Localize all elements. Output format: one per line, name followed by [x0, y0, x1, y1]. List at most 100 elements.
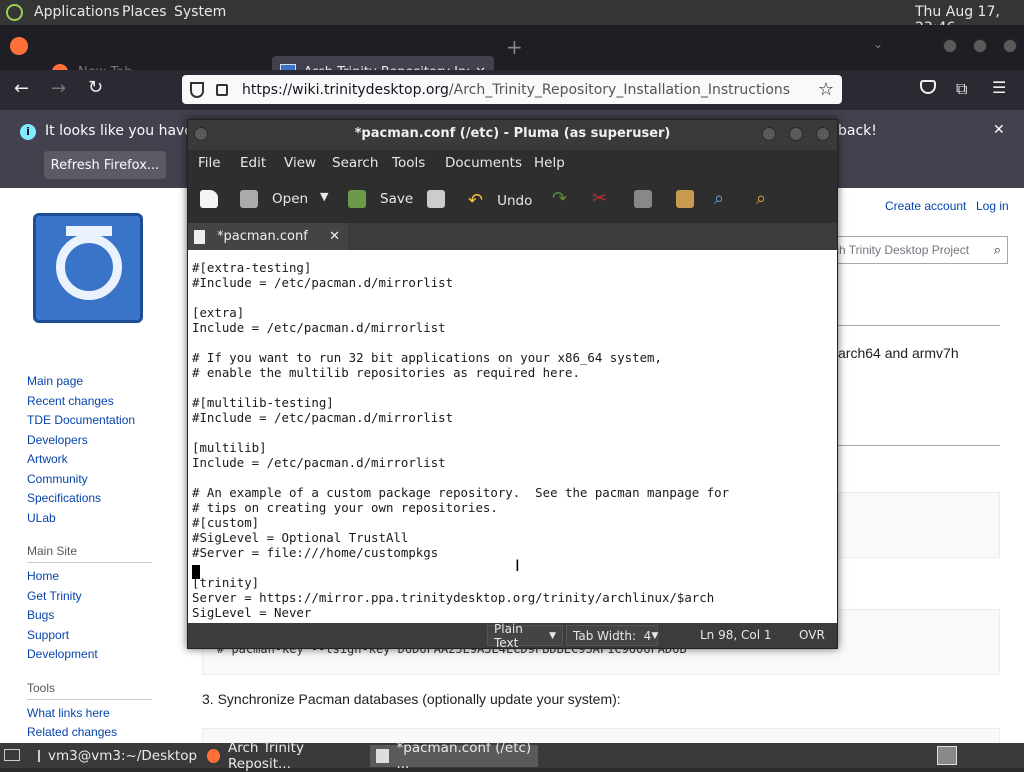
firefox-icon: [207, 749, 221, 763]
menu-file[interactable]: File: [198, 155, 221, 171]
menu-view[interactable]: View: [284, 155, 316, 171]
terminal-icon: [38, 750, 40, 762]
nav-what-links-here[interactable]: What links here: [27, 706, 177, 726]
menu-documents[interactable]: Documents: [445, 155, 522, 171]
cursor-position: Ln 98, Col 1: [700, 628, 772, 642]
i-beam-cursor-icon: I: [515, 556, 520, 575]
text-editor[interactable]: #[extra-testing] #Include = /etc/pacman.…: [188, 250, 837, 623]
info-icon: i: [20, 124, 36, 140]
list-tabs-icon[interactable]: ⌄: [873, 37, 883, 51]
nav-support[interactable]: Support: [27, 628, 177, 648]
nav-home[interactable]: Home: [27, 569, 177, 589]
open-recent-dropdown-icon[interactable]: ▼: [320, 190, 328, 203]
task-pluma[interactable]: *pacman.conf (/etc) ...: [370, 740, 538, 772]
url-path: /Arch_Trinity_Repository_Installation_In…: [448, 81, 791, 98]
syntax-label: Plain Text: [494, 621, 523, 650]
lock-icon[interactable]: [216, 83, 228, 96]
nav-main-page[interactable]: Main page: [27, 374, 177, 394]
code-box: [838, 492, 1000, 558]
nav-tde-documentation[interactable]: TDE Documentation: [27, 413, 177, 433]
nav-recent-changes[interactable]: Recent changes: [27, 394, 177, 414]
nav-get-trinity[interactable]: Get Trinity: [27, 589, 177, 609]
menu-applications[interactable]: Applications: [34, 4, 120, 20]
syntax-selector[interactable]: Plain Text ▼: [487, 622, 563, 650]
nav-related-changes[interactable]: Related changes: [27, 725, 177, 745]
find-icon[interactable]: ⌕: [714, 188, 724, 209]
show-desktop-icon[interactable]: [4, 749, 20, 761]
menu-system[interactable]: System: [174, 4, 226, 20]
firefox-view-icon[interactable]: [10, 37, 28, 55]
bookmark-star-icon[interactable]: ☆: [818, 79, 834, 100]
dropdown-arrow-icon: ▼: [549, 630, 556, 641]
maximize-button[interactable]: [789, 127, 803, 141]
search-icon[interactable]: ⌕: [994, 242, 1001, 258]
paste-icon[interactable]: [676, 190, 694, 208]
step-3-text: 3. Synchronize Pacman databases (optiona…: [202, 691, 621, 707]
menu-tools[interactable]: Tools: [392, 155, 425, 171]
close-window-button[interactable]: [816, 127, 830, 141]
nav-ulab[interactable]: ULab: [27, 511, 177, 531]
nav-community[interactable]: Community: [27, 472, 177, 492]
document-icon: [194, 229, 205, 244]
minimize-button[interactable]: [762, 127, 776, 141]
close-window-button[interactable]: [1003, 39, 1017, 53]
menu-edit[interactable]: Edit: [240, 155, 266, 171]
nav-artwork[interactable]: Artwork: [27, 452, 177, 472]
trinity-logo[interactable]: [33, 213, 143, 323]
tab-width-label: Tab Width: 4: [573, 628, 652, 643]
task-label: Arch Trinity Reposit...: [228, 740, 304, 772]
main-site-heading: Main Site: [27, 544, 152, 563]
nav-developers[interactable]: Developers: [27, 433, 177, 453]
minimize-button[interactable]: [943, 39, 957, 53]
menu-help[interactable]: Help: [534, 155, 565, 171]
cut-icon[interactable]: ✂: [592, 188, 607, 209]
close-notice-icon[interactable]: ✕: [993, 122, 1005, 138]
url-host: https://wiki.trinitydesktop.org: [242, 81, 449, 98]
gear-icon: [56, 234, 122, 300]
log-in-link[interactable]: Log in: [976, 199, 1009, 213]
create-account-link[interactable]: Create account: [885, 199, 966, 213]
nav-specifications[interactable]: Specifications: [27, 491, 177, 511]
pluma-titlebar[interactable]: *pacman.conf (/etc) - Pluma (as superuse…: [188, 120, 837, 150]
task-firefox[interactable]: Arch Trinity Reposit...: [201, 740, 367, 772]
tab-width-selector[interactable]: Tab Width: 4 ▼: [566, 625, 658, 646]
close-tab-icon[interactable]: ✕: [329, 229, 340, 244]
save-button[interactable]: Save: [348, 190, 413, 208]
redo-icon[interactable]: ↷: [552, 188, 567, 209]
find-replace-icon[interactable]: ⌕: [756, 188, 766, 209]
new-tab-icon[interactable]: +: [506, 35, 523, 59]
shield-icon[interactable]: [190, 81, 204, 98]
undo-button[interactable]: ↶ Undo: [468, 190, 532, 211]
nav-bugs[interactable]: Bugs: [27, 608, 177, 628]
window-menu-button[interactable]: [194, 127, 208, 141]
wiki-search-box[interactable]: ch Trinity Desktop Project ⌕: [820, 236, 1008, 264]
new-document-icon[interactable]: [200, 190, 218, 208]
refresh-firefox-label: Refresh Firefox...: [50, 157, 160, 173]
back-arrow-icon[interactable]: ←: [14, 78, 29, 99]
forward-arrow-icon[interactable]: →: [51, 78, 66, 99]
distro-logo-icon[interactable]: [6, 4, 23, 21]
save-icon: [348, 190, 366, 208]
extensions-icon[interactable]: ⧉: [956, 79, 967, 99]
print-icon[interactable]: [427, 190, 445, 208]
task-label: vm3@vm3:~/Desktop: [48, 748, 198, 764]
maximize-button[interactable]: [973, 39, 987, 53]
window-title: *pacman.conf (/etc) - Pluma (as superuse…: [354, 126, 671, 141]
workspace-switcher[interactable]: [937, 746, 957, 765]
notice-text-tail: back!: [838, 123, 877, 139]
pluma-menubar: File Edit View Search Tools Documents He…: [188, 150, 837, 178]
open-button[interactable]: Open: [240, 190, 308, 208]
dropdown-arrow-icon: ▼: [651, 630, 659, 641]
copy-icon[interactable]: [634, 190, 652, 208]
menu-places[interactable]: Places: [122, 4, 167, 20]
content-divider: [838, 325, 1000, 326]
nav-development[interactable]: Development: [27, 647, 177, 667]
menu-search[interactable]: Search: [332, 155, 378, 171]
url-bar[interactable]: https://wiki.trinitydesktop.org/Arch_Tri…: [182, 75, 842, 104]
hamburger-menu-icon[interactable]: ☰: [992, 78, 1006, 97]
document-tab[interactable]: *pacman.conf ✕: [188, 223, 348, 250]
task-terminal[interactable]: vm3@vm3:~/Desktop: [32, 745, 198, 767]
reload-icon[interactable]: ↻: [88, 77, 103, 98]
refresh-firefox-button[interactable]: Refresh Firefox...: [44, 151, 166, 179]
overwrite-mode: OVR: [799, 628, 825, 642]
